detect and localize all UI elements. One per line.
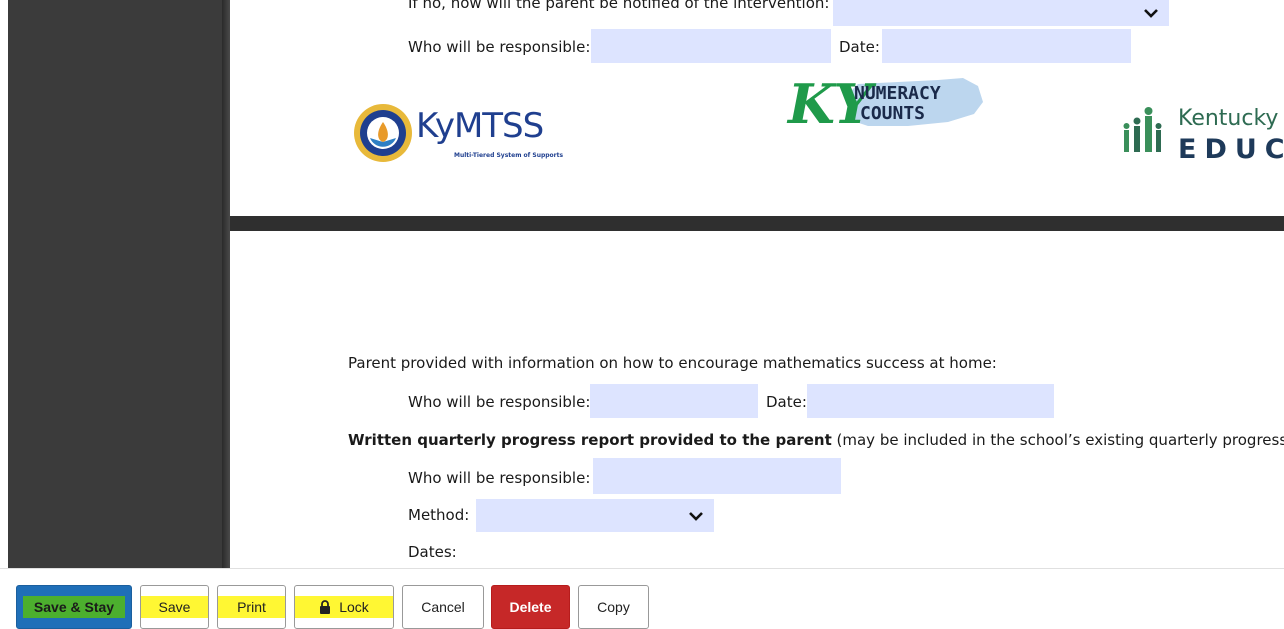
gutter-shadow xyxy=(222,0,230,568)
viewer-gutter xyxy=(8,0,222,568)
quarterly-report-heading-bold: Written quarterly progress report provid… xyxy=(348,431,832,449)
chevron-down-icon xyxy=(1141,3,1161,23)
kymtss-logo: KyMTSS Multi-Tiered System of Supports xyxy=(352,100,592,166)
lock-label: Lock xyxy=(339,599,369,615)
kymtss-wordmark: KyMTSS xyxy=(416,106,544,146)
save-and-stay-button[interactable]: Save & Stay xyxy=(16,585,132,629)
page-separator xyxy=(230,216,1284,231)
action-toolbar: Save & Stay Save Print Lock Cancel Delet… xyxy=(0,568,1284,629)
document-viewer: If no, how will the parent be notified o… xyxy=(0,0,1284,629)
save-label: Save xyxy=(158,599,191,615)
kde-family-icon xyxy=(1123,107,1162,152)
kde-logo: Kentucky D EDUC xyxy=(1122,100,1284,166)
kymtss-tagline: Multi-Tiered System of Supports xyxy=(454,152,564,159)
left-edge xyxy=(0,0,8,629)
print-label: Print xyxy=(237,599,266,615)
copy-label: Copy xyxy=(597,599,630,615)
method-label: Method: xyxy=(408,506,470,524)
numeracy-line: NUMERACY xyxy=(854,83,941,104)
cancel-button[interactable]: Cancel xyxy=(402,585,484,629)
counts-line: COUNTS xyxy=(860,103,926,124)
dates-label: Dates: xyxy=(408,543,457,561)
save-and-stay-label: Save & Stay xyxy=(33,599,115,615)
numeracy-counts-text: NUMERACY COUNTS xyxy=(854,84,941,124)
who-responsible-field-2[interactable] xyxy=(593,458,841,494)
date-label: Date: xyxy=(839,38,880,56)
who-responsible-field[interactable] xyxy=(591,29,831,63)
kde-education-text: EDUC xyxy=(1178,134,1284,165)
who-responsible-label: Who will be responsible: xyxy=(408,393,591,411)
cancel-label: Cancel xyxy=(421,599,465,615)
lock-button[interactable]: Lock xyxy=(294,585,394,629)
copy-button[interactable]: Copy xyxy=(578,585,649,629)
ky-numeracy-counts-logo: KY NUMERACY COUNTS xyxy=(788,72,988,140)
delete-button[interactable]: Delete xyxy=(491,585,570,629)
date-field[interactable] xyxy=(882,29,1131,63)
who-responsible-label-2: Who will be responsible: xyxy=(408,469,591,487)
method-select[interactable] xyxy=(476,499,714,532)
lock-icon xyxy=(320,600,331,614)
chevron-down-icon xyxy=(686,506,706,526)
parent-info-heading: Parent provided with information on how … xyxy=(348,354,997,372)
save-button[interactable]: Save xyxy=(140,585,209,629)
notify-method-select[interactable] xyxy=(833,0,1169,26)
form-page-2: Parent provided with information on how … xyxy=(230,231,1284,568)
notify-question-label: If no, how will the parent be notified o… xyxy=(408,0,830,12)
quarterly-report-heading: Written quarterly progress report provid… xyxy=(348,431,1284,449)
form-page-1: If no, how will the parent be notified o… xyxy=(230,0,1284,216)
lock-button-content: Lock xyxy=(319,599,369,615)
print-button[interactable]: Print xyxy=(217,585,286,629)
who-responsible-field[interactable] xyxy=(590,384,758,418)
kymtss-emblem-icon xyxy=(354,104,412,162)
date-field[interactable] xyxy=(807,384,1054,418)
who-responsible-label: Who will be responsible: xyxy=(408,38,591,56)
kde-kentucky-text: Kentucky D xyxy=(1178,106,1284,131)
delete-label: Delete xyxy=(509,599,552,615)
quarterly-report-heading-note: (may be included in the school’s existin… xyxy=(831,431,1284,449)
date-label: Date: xyxy=(766,393,807,411)
